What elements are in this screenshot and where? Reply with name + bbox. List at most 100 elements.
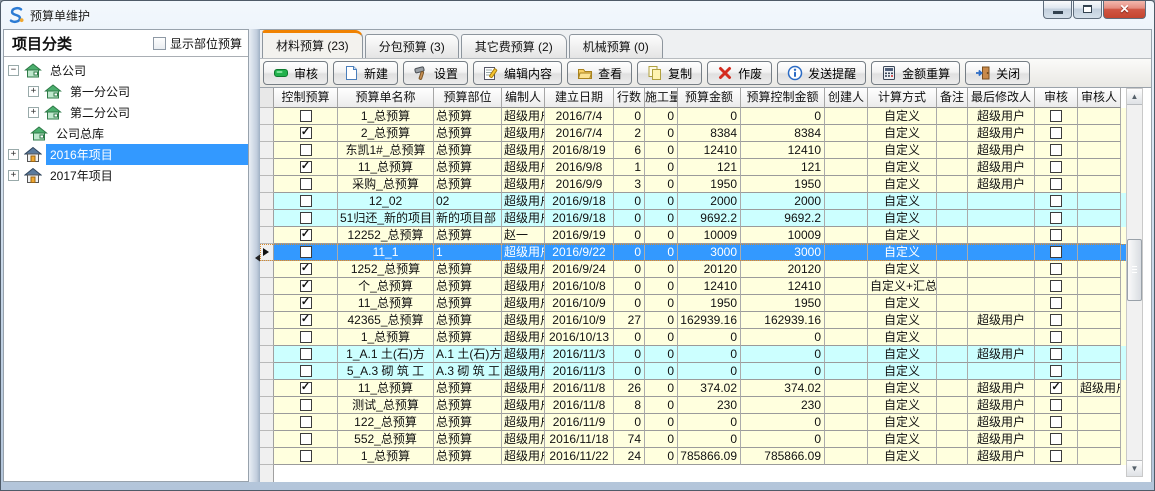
- table-row[interactable]: 1252_总预算总预算超级用户2016/9/24002012020120自定义: [260, 261, 1131, 278]
- column-header[interactable]: 预算单名称: [338, 88, 434, 108]
- audit-checkbox[interactable]: [1050, 433, 1062, 445]
- column-header[interactable]: 最后修改人: [968, 88, 1035, 108]
- table-row[interactable]: 552_总预算总预算超级用户2016/11/1874000自定义超级用户: [260, 431, 1131, 448]
- minimize-button[interactable]: [1043, 0, 1072, 19]
- audit-checkbox[interactable]: [1050, 161, 1062, 173]
- settings-button[interactable]: 设置: [403, 61, 468, 85]
- copy-button[interactable]: 复制: [637, 61, 702, 85]
- audit-checkbox[interactable]: [1050, 195, 1062, 207]
- scrollbar-up-button[interactable]: ▲: [1127, 89, 1142, 105]
- scrollbar-down-button[interactable]: ▼: [1127, 460, 1142, 476]
- new-button[interactable]: 新建: [333, 61, 398, 85]
- control-checkbox[interactable]: [300, 144, 312, 156]
- control-checkbox[interactable]: [300, 263, 312, 275]
- show-part-budget-option[interactable]: 显示部位预算: [153, 35, 242, 52]
- control-checkbox[interactable]: [300, 110, 312, 122]
- table-row[interactable]: 122_总预算总预算超级用户2016/11/90000自定义超级用户: [260, 414, 1131, 431]
- table-row[interactable]: 11_总预算总预算超级用户2016/9/810121121自定义超级用户: [260, 159, 1131, 176]
- column-header[interactable]: 预算控制金额: [741, 88, 825, 108]
- table-row[interactable]: 42365_总预算总预算超级用户2016/10/9270162939.16162…: [260, 312, 1131, 329]
- table-row[interactable]: 11_11超级用户2016/9/220030003000自定义: [260, 244, 1131, 261]
- control-checkbox[interactable]: [300, 195, 312, 207]
- table-row[interactable]: 1_总预算总预算超级用户2016/10/130000自定义: [260, 329, 1131, 346]
- tree-item-2016-projects[interactable]: +2016年项目: [4, 144, 248, 165]
- void-button[interactable]: 作废: [707, 61, 772, 85]
- control-checkbox[interactable]: [300, 127, 312, 139]
- maximize-button[interactable]: [1073, 0, 1102, 19]
- column-header[interactable]: 编制人: [502, 88, 545, 108]
- edit-content-button[interactable]: 编辑内容: [473, 61, 562, 85]
- column-header[interactable]: 施工量: [645, 88, 678, 108]
- tree-item-branch-1[interactable]: +第一分公司: [4, 81, 248, 102]
- audit-checkbox[interactable]: [1050, 246, 1062, 258]
- table-row[interactable]: 1_总预算总预算超级用户2016/11/22240785866.09785866…: [260, 448, 1131, 465]
- recalc-amount-button[interactable]: 金额重算: [871, 61, 960, 85]
- scrollbar-thumb[interactable]: [1127, 239, 1142, 301]
- audit-checkbox[interactable]: [1050, 110, 1062, 122]
- table-row[interactable]: 1_A.1 土(石)方A.1 土(石)方超级用户2016/11/30000自定义…: [260, 346, 1131, 363]
- column-header[interactable]: 建立日期: [545, 88, 614, 108]
- table-row[interactable]: 12252_总预算总预算赵一2016/9/19001000910009自定义: [260, 227, 1131, 244]
- expand-expander-icon[interactable]: +: [8, 149, 19, 160]
- audit-checkbox[interactable]: [1050, 144, 1062, 156]
- audit-checkbox[interactable]: [1050, 178, 1062, 190]
- control-checkbox[interactable]: [300, 246, 312, 258]
- audit-checkbox[interactable]: [1050, 212, 1062, 224]
- tab-material-budget[interactable]: 材料预算 (23): [262, 30, 363, 58]
- table-row[interactable]: 测试_总预算总预算超级用户2016/11/880230230自定义超级用户: [260, 397, 1131, 414]
- audit-checkbox[interactable]: [1050, 280, 1062, 292]
- expand-expander-icon[interactable]: +: [28, 86, 39, 97]
- audit-checkbox[interactable]: [1050, 365, 1062, 377]
- column-header[interactable]: 预算金额: [678, 88, 741, 108]
- table-row[interactable]: 11_总预算总预算超级用户2016/10/90019501950自定义: [260, 295, 1131, 312]
- table-row[interactable]: 51归还_新的项目新的项目部超级用户2016/9/18009692.29692.…: [260, 210, 1131, 227]
- column-header[interactable]: 备注: [937, 88, 968, 108]
- control-checkbox[interactable]: [300, 399, 312, 411]
- column-header[interactable]: 预算部位: [434, 88, 502, 108]
- tree-item-head-office[interactable]: −总公司: [4, 60, 248, 81]
- control-checkbox[interactable]: [300, 161, 312, 173]
- audit-checkbox[interactable]: [1050, 263, 1062, 275]
- table-row[interactable]: 1_总预算总预算超级用户2016/7/40000自定义超级用户: [260, 108, 1131, 125]
- tab-subcontract-budget[interactable]: 分包预算 (3): [365, 34, 459, 58]
- control-checkbox[interactable]: [300, 178, 312, 190]
- tree-item-2017-projects[interactable]: +2017年项目: [4, 165, 248, 186]
- tree-item-company-library[interactable]: 公司总库: [4, 123, 248, 144]
- column-header[interactable]: 审核: [1035, 88, 1078, 108]
- column-header[interactable]: 审核人: [1078, 88, 1121, 108]
- view-button[interactable]: 查看: [567, 61, 632, 85]
- column-header[interactable]: 控制预算: [274, 88, 338, 108]
- control-checkbox[interactable]: [300, 297, 312, 309]
- expand-expander-icon[interactable]: +: [8, 170, 19, 181]
- collapse-expander-icon[interactable]: −: [8, 65, 19, 76]
- table-row[interactable]: 个_总预算总预算超级用户2016/10/8001241012410自定义+汇总: [260, 278, 1131, 295]
- table-row[interactable]: 5_A.3 砌 筑 工A.3 砌 筑 工超级用户2016/11/30000自定义: [260, 363, 1131, 380]
- control-checkbox[interactable]: [300, 280, 312, 292]
- expand-expander-icon[interactable]: +: [28, 107, 39, 118]
- send-reminder-button[interactable]: 发送提醒: [777, 61, 866, 85]
- close-button[interactable]: 关闭: [965, 61, 1030, 85]
- control-checkbox[interactable]: [300, 331, 312, 343]
- audit-checkbox[interactable]: [1050, 348, 1062, 360]
- column-header[interactable]: 行数: [614, 88, 645, 108]
- control-checkbox[interactable]: [300, 229, 312, 241]
- audit-button[interactable]: 审核: [263, 61, 328, 85]
- audit-checkbox[interactable]: [1050, 331, 1062, 343]
- close-window-button[interactable]: ✕: [1103, 0, 1146, 19]
- show-part-budget-checkbox[interactable]: [153, 37, 166, 50]
- tab-other-fee-budget[interactable]: 其它费预算 (2): [461, 34, 567, 58]
- audit-checkbox[interactable]: [1050, 127, 1062, 139]
- audit-checkbox[interactable]: [1050, 399, 1062, 411]
- control-checkbox[interactable]: [300, 348, 312, 360]
- splitter[interactable]: [249, 29, 260, 482]
- audit-checkbox[interactable]: [1050, 382, 1062, 394]
- control-checkbox[interactable]: [300, 314, 312, 326]
- table-row[interactable]: 采购_总预算总预算超级用户2016/9/93019501950自定义超级用户: [260, 176, 1131, 193]
- audit-checkbox[interactable]: [1050, 314, 1062, 326]
- audit-checkbox[interactable]: [1050, 229, 1062, 241]
- audit-checkbox[interactable]: [1050, 297, 1062, 309]
- table-row[interactable]: 2_总预算总预算超级用户2016/7/42083848384自定义超级用户: [260, 125, 1131, 142]
- control-checkbox[interactable]: [300, 450, 312, 462]
- control-checkbox[interactable]: [300, 365, 312, 377]
- table-row[interactable]: 东凯1#_总预算总预算超级用户2016/8/19601241012410自定义超…: [260, 142, 1131, 159]
